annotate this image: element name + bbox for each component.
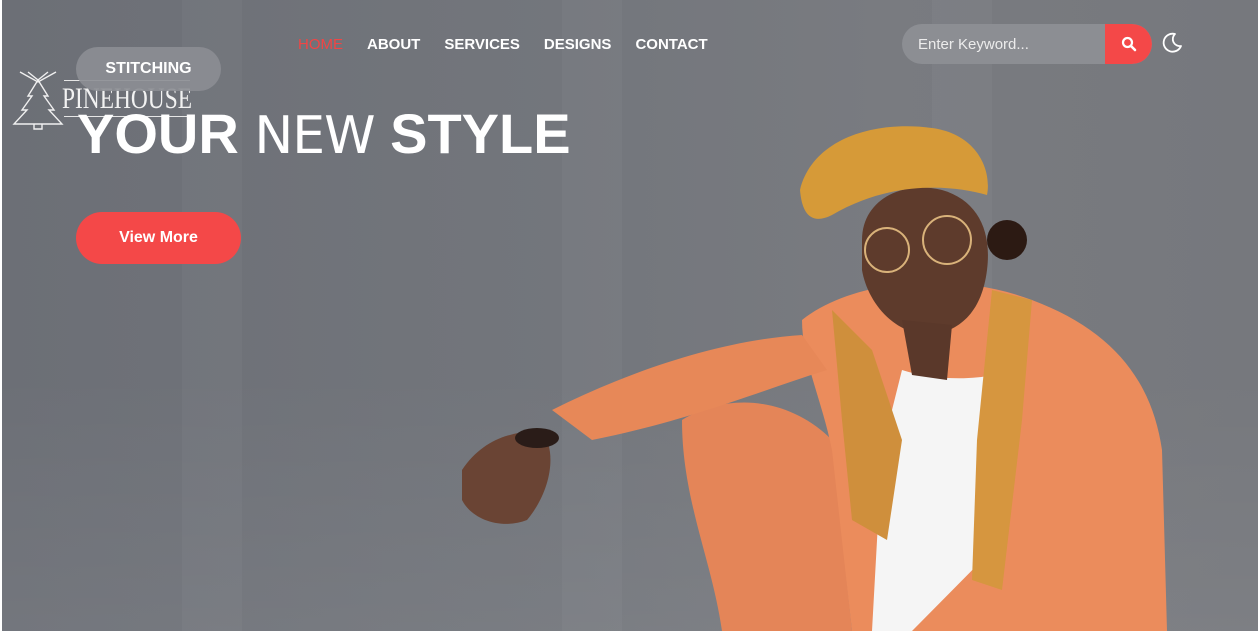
search-button[interactable]: [1105, 24, 1152, 64]
hero-photo: [462, 126, 1167, 631]
hero-section: PINEHOUSE STITCHING HOME ABOUT SERVICES …: [2, 0, 1258, 631]
main-nav: HOME ABOUT SERVICES DESIGNS CONTACT: [298, 36, 708, 53]
search-input[interactable]: [902, 24, 1105, 64]
headline-word: STYLE: [390, 102, 571, 165]
nav-about[interactable]: ABOUT: [367, 36, 420, 53]
bracelet: [515, 428, 559, 448]
search-bar: [902, 24, 1152, 64]
view-more-button[interactable]: View More: [76, 212, 241, 264]
stitching-tag: STITCHING: [76, 47, 221, 91]
nav-designs[interactable]: DESIGNS: [544, 36, 612, 53]
search-icon: [1121, 36, 1136, 52]
pine-tree-icon: [12, 71, 64, 130]
hero-headline: YOUR NEW STYLE: [77, 102, 571, 168]
moon-icon[interactable]: [1160, 31, 1184, 55]
nav-contact[interactable]: CONTACT: [635, 36, 707, 53]
stitching-tag-label: STITCHING: [105, 60, 192, 77]
hair: [987, 220, 1027, 260]
nav-services[interactable]: SERVICES: [444, 36, 520, 53]
nav-home[interactable]: HOME: [298, 36, 343, 53]
headline-word: NEW: [254, 106, 375, 166]
trouser-leg: [682, 402, 852, 631]
headline-word: YOUR: [77, 102, 239, 165]
